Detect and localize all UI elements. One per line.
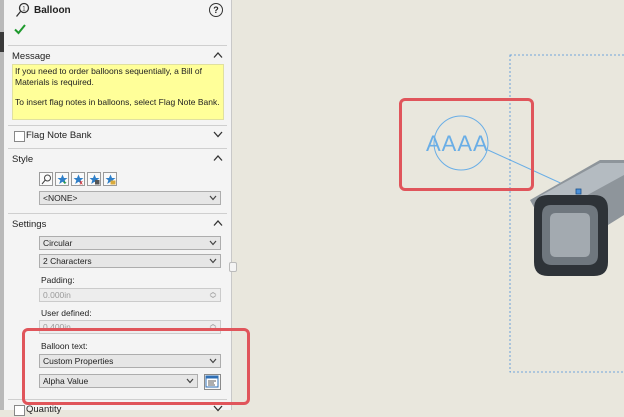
quantity-section-header[interactable]: Quantity [8,403,227,417]
load-style-icon [105,174,116,185]
delete-style-icon: x [73,174,84,185]
delete-style-button[interactable]: x [71,172,85,186]
chevron-up-icon[interactable] [213,154,223,162]
chevron-down-icon [209,195,217,201]
chevron-down-icon[interactable] [213,404,223,412]
chevron-down-icon[interactable] [213,130,223,138]
balloon-size-value: 2 Characters [43,256,92,266]
add-style-button[interactable]: + [55,172,69,186]
message-box: If you need to order balloons sequential… [12,64,224,120]
style-section-label: Style [12,154,34,165]
message-line-2: To insert flag notes in balloons, select… [15,97,220,107]
style-dropdown-value: <NONE> [43,193,78,203]
separator [8,45,227,46]
message-section-label: Message [12,51,51,62]
svg-text:+: + [63,181,67,186]
padding-value: 0.000in [43,290,71,300]
highlight-balloon-text-settings [22,328,250,405]
message-line-1: If you need to order balloons sequential… [15,66,202,87]
balloon-shape-dropdown[interactable]: Circular [39,236,221,250]
chevron-up-icon[interactable] [213,219,223,227]
padding-label: Padding: [41,275,75,285]
balloon-shape-value: Circular [43,238,73,248]
user-defined-label: User defined: [41,308,92,318]
svg-text:x: x [80,181,84,186]
padding-input[interactable]: 0.000in [39,288,221,302]
save-style-button[interactable] [87,172,101,186]
spinner-icon [209,292,217,298]
separator [8,148,227,149]
style-dropdown[interactable]: <NONE> [39,191,221,205]
save-style-icon [89,174,100,185]
balloon-icon: 1 [15,2,30,17]
chevron-down-icon [209,240,217,246]
highlight-balloon [399,98,534,191]
load-style-button[interactable] [103,172,117,186]
style-section-header[interactable]: Style [8,153,227,167]
separator [8,213,227,214]
chevron-down-icon [209,258,217,264]
message-section-header[interactable]: Message [8,50,227,64]
balloon-style-button[interactable] [39,172,53,186]
tube-model[interactable] [530,160,624,276]
balloon-size-dropdown[interactable]: 2 Characters [39,254,221,268]
separator [8,125,227,126]
settings-section-header[interactable]: Settings [8,218,227,232]
help-icon[interactable]: ? [209,3,223,17]
flag-note-bank-label: Flag Note Bank [26,130,92,141]
add-style-icon: + [57,174,68,185]
quantity-checkbox[interactable] [14,405,25,416]
ok-check-icon[interactable] [13,22,27,36]
panel-header: 1 Balloon ? [4,0,231,22]
panel-title: Balloon [34,5,71,16]
graphics-area[interactable] [236,0,624,410]
chevron-up-icon[interactable] [213,51,223,59]
settings-section-label: Settings [12,219,47,230]
flag-note-bank-checkbox[interactable] [14,131,25,142]
balloon-style-icon [41,174,51,185]
flag-note-bank-header[interactable]: Flag Note Bank [8,129,227,143]
